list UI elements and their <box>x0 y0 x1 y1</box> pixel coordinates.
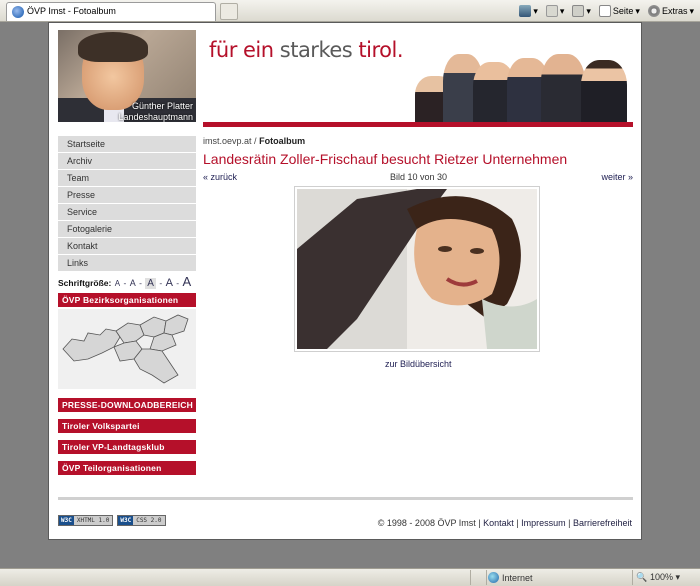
copyright: © 1998 - 2008 ÖVP Imst <box>377 518 476 528</box>
header-red-bar <box>203 122 633 127</box>
nav-item-team[interactable]: Team <box>58 170 196 186</box>
nav-item-fotogalerie[interactable]: Fotogalerie <box>58 221 196 237</box>
photo-frame <box>294 186 540 352</box>
footer-impressum-link[interactable]: Impressum <box>521 518 566 528</box>
browser-tab[interactable]: ÖVP Imst - Fotoalbum <box>6 2 216 21</box>
image-counter: Bild 10 von 30 <box>390 172 448 182</box>
main-navigation: Startseite Archiv Team Presse Service Fo… <box>58 136 196 272</box>
bezirksorganisationen-link[interactable]: ÖVP Bezirksorganisationen <box>58 293 196 307</box>
validator-badges: W3C XHTML 1.0 W3C CSS 2.0 <box>58 515 166 526</box>
breadcrumb: imst.oevp.at / Fotoalbum <box>203 136 306 146</box>
extras-menu[interactable]: Extras ▾ <box>647 5 694 17</box>
woman-portrait-photo <box>297 189 537 349</box>
slogan: für ein starkes tirol. <box>209 38 404 62</box>
css-badge[interactable]: W3C CSS 2.0 <box>117 515 166 526</box>
nav-item-kontakt[interactable]: Kontakt <box>58 238 196 254</box>
nav-item-startseite[interactable]: Startseite <box>58 136 196 152</box>
footer-barrierefreiheit-link[interactable]: Barrierefreiheit <box>573 518 632 528</box>
portrait-image: Günther Platter Landeshauptmann <box>58 30 196 122</box>
page-menu[interactable]: Seite ▾ <box>598 5 640 17</box>
portrait-title: Landeshauptmann <box>118 112 193 122</box>
breadcrumb-site-link[interactable]: imst.oevp.at <box>203 136 252 146</box>
home-icon <box>519 5 532 17</box>
browser-status-bar: Internet 🔍 100% ▾ <box>0 568 700 586</box>
web-page: Günther Platter Landeshauptmann für ein … <box>48 22 642 540</box>
gear-icon <box>647 5 660 17</box>
zoom-label: 100% <box>649 572 673 582</box>
district-lienz[interactable] <box>133 348 179 384</box>
presse-download-link[interactable]: PRESSE-DOWNLOADBEREICH <box>58 398 196 412</box>
landtagsklub-link[interactable]: Tiroler VP-Landtagsklub <box>58 440 196 454</box>
font-size-xs[interactable]: A <box>115 279 120 288</box>
browser-toolbar: ÖVP Imst - Fotoalbum ▾ ▾ ▾ Seite ▾ Extras… <box>0 0 700 22</box>
font-size-s[interactable]: A <box>130 278 136 288</box>
album-photo <box>297 189 537 349</box>
portrait-name: Günther Platter <box>131 101 193 111</box>
previous-image-link[interactable]: « zurück <box>203 172 237 182</box>
nav-item-presse[interactable]: Presse <box>58 187 196 203</box>
security-zone[interactable]: Internet <box>488 572 533 583</box>
breadcrumb-current: Fotoalbum <box>259 136 306 146</box>
rss-icon <box>545 5 558 17</box>
extras-menu-label: Extras <box>661 6 688 16</box>
zoom-control[interactable]: 🔍 100% ▾ <box>636 572 680 583</box>
feeds-button[interactable]: ▾ <box>545 5 564 17</box>
district-landeck[interactable] <box>62 328 121 362</box>
ie-favicon-icon <box>12 6 24 18</box>
page-menu-label: Seite <box>612 6 634 16</box>
tirol-map[interactable] <box>58 309 196 389</box>
tirol-districts-map <box>62 314 189 384</box>
footer-links: © 1998 - 2008 ÖVP Imst | Kontakt | Impre… <box>377 518 632 528</box>
font-size-switcher: Schriftgröße: A - A - A - A - A <box>58 274 192 289</box>
printer-icon <box>572 5 585 17</box>
print-button[interactable]: ▾ <box>572 5 591 17</box>
tab-title: ÖVP Imst - Fotoalbum <box>27 6 116 16</box>
zoom-icon: 🔍 <box>636 572 648 582</box>
footer-divider <box>58 497 633 500</box>
zone-label: Internet <box>502 572 533 583</box>
globe-icon <box>488 572 499 583</box>
nav-item-links[interactable]: Links <box>58 255 196 271</box>
page-icon <box>598 5 611 17</box>
header-banner: für ein starkes tirol. <box>203 30 633 122</box>
page-title: Landesrätin Zoller-Frischauf besucht Rie… <box>203 151 568 167</box>
font-size-label: Schriftgröße: <box>58 278 112 288</box>
nav-item-archiv[interactable]: Archiv <box>58 153 196 169</box>
image-overview-link[interactable]: zur Bildübersicht <box>385 359 452 369</box>
nav-item-service[interactable]: Service <box>58 204 196 220</box>
font-size-m[interactable]: A <box>145 278 156 289</box>
next-image-link[interactable]: weiter » <box>601 172 633 182</box>
tiroler-volkspartei-link[interactable]: Tiroler Volkspartei <box>58 419 196 433</box>
new-tab-button[interactable] <box>220 3 238 20</box>
teilorganisationen-link[interactable]: ÖVP Teilorganisationen <box>58 461 196 475</box>
xhtml-badge[interactable]: W3C XHTML 1.0 <box>58 515 114 526</box>
font-size-l[interactable]: A <box>166 277 173 289</box>
district-kufstein[interactable] <box>163 314 189 336</box>
team-photo <box>415 46 633 122</box>
footer-kontakt-link[interactable]: Kontakt <box>483 518 514 528</box>
district-imst[interactable] <box>115 322 145 344</box>
command-bar: ▾ ▾ ▾ Seite ▾ Extras ▾ <box>519 3 694 19</box>
home-button[interactable]: ▾ <box>519 5 538 17</box>
image-pager: « zurück Bild 10 von 30 weiter » <box>203 172 633 184</box>
font-size-xl[interactable]: A <box>183 274 192 289</box>
